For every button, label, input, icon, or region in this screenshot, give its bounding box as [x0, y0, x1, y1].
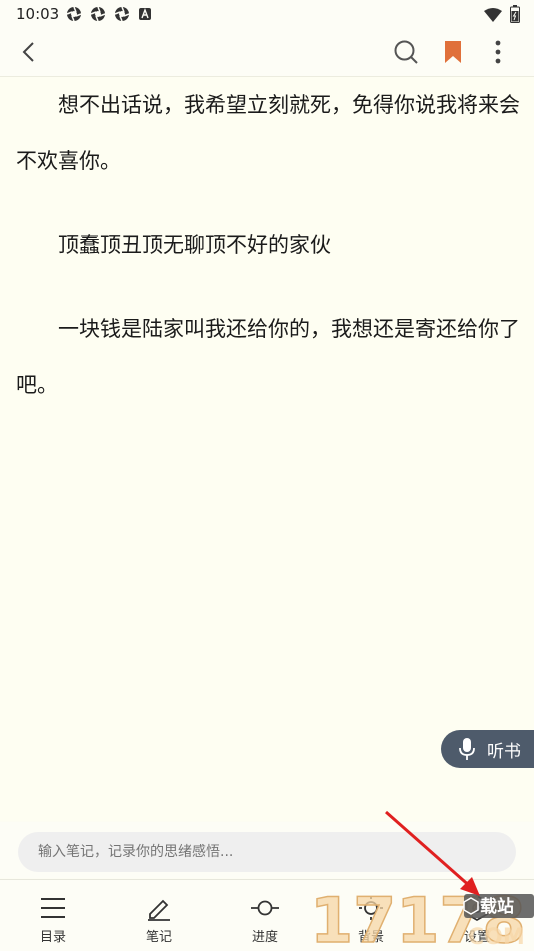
search-icon	[394, 40, 418, 64]
aperture-icon	[90, 6, 106, 22]
pen-icon	[148, 899, 170, 921]
listen-button[interactable]: 听书	[441, 730, 534, 768]
tab-progress[interactable]: 进度	[212, 880, 318, 951]
tab-label: 目录	[39, 930, 66, 945]
more-vertical-icon	[495, 40, 501, 64]
status-time: 10:03	[16, 5, 60, 23]
bookmark-icon	[445, 41, 461, 63]
back-button[interactable]	[16, 38, 44, 66]
tab-notes[interactable]: 笔记	[106, 880, 212, 951]
more-options-button[interactable]	[486, 38, 510, 66]
tab-label: 笔记	[145, 930, 172, 945]
paragraph: 顶蠢顶丑顶无聊顶不好的家伙	[16, 233, 331, 257]
status-bar: 10:03	[0, 0, 534, 28]
keyboard-a-icon	[138, 6, 154, 22]
paragraph: 一块钱是陆家叫我还给你的，我想还是寄还给你了吧。	[16, 317, 520, 397]
tab-catalog[interactable]: 目录	[0, 880, 106, 951]
listen-label: 听书	[487, 741, 521, 762]
reading-area[interactable]: 想不出话说，我希望立刻就死，免得你说我将来会不欢喜你。 顶蠢顶丑顶无聊顶不好的家…	[0, 77, 534, 821]
annotation-arrow	[385, 810, 480, 896]
paragraph: 想不出话说，我希望立刻就死，免得你说我将来会不欢喜你。	[16, 93, 520, 173]
aperture-icon	[66, 6, 82, 22]
search-button[interactable]	[392, 38, 420, 66]
notification-icons	[66, 6, 154, 22]
reader-toolbar	[0, 28, 534, 77]
microphone-icon	[459, 738, 475, 760]
progress-icon	[251, 900, 279, 916]
system-icons	[484, 5, 520, 27]
aperture-icon	[114, 6, 130, 22]
bookmark-button[interactable]	[441, 39, 465, 65]
list-icon	[41, 898, 65, 918]
battery-icon	[510, 5, 520, 27]
wifi-icon	[484, 7, 502, 26]
chevron-left-icon	[22, 42, 34, 62]
watermark-suffix: COM	[468, 925, 525, 948]
tab-label: 进度	[251, 930, 278, 945]
